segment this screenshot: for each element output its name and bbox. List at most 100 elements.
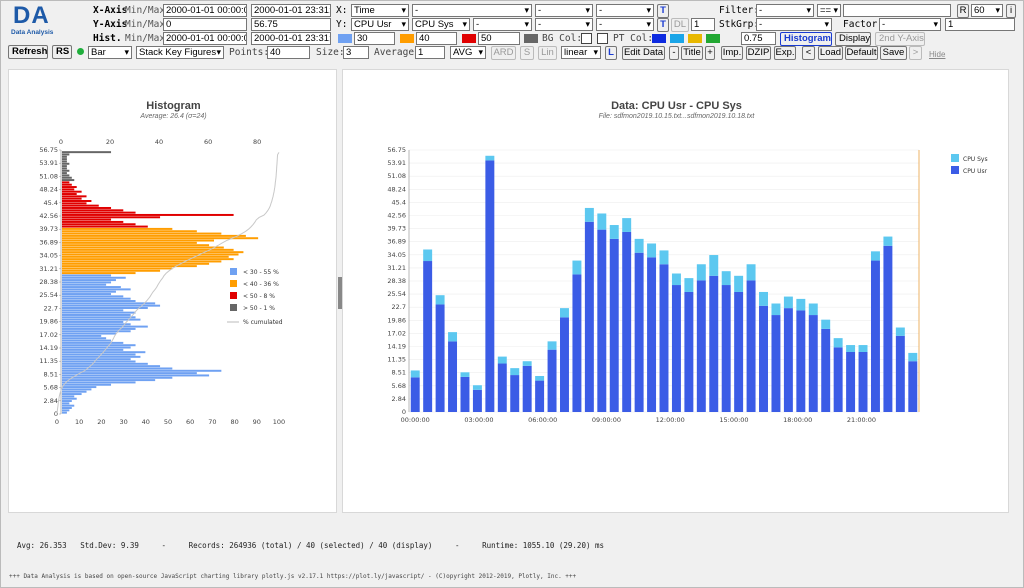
data-bar-cpu-usr (572, 274, 582, 412)
data-bar-cpu-sys (821, 319, 831, 329)
data-legend-swatch (951, 166, 959, 174)
hist-min-input[interactable]: 2000-01-01 00:00:00 (163, 32, 247, 45)
dl-value-input[interactable]: 1 (691, 18, 715, 31)
dzip-button[interactable]: DZIP (746, 46, 771, 60)
y-max-input[interactable]: 56.75 (251, 18, 331, 31)
threshold1-input[interactable]: 30 (354, 32, 395, 45)
rs-button[interactable]: RS (52, 45, 72, 59)
filter-op-select[interactable]: == (817, 4, 841, 17)
hide-link[interactable]: Hide (929, 49, 945, 61)
x-t-button[interactable]: T (657, 4, 669, 18)
threshold4-color-swatch[interactable] (524, 34, 538, 43)
hist-bar (62, 293, 112, 296)
bgcol-label: BG Col: (542, 33, 583, 44)
threshold2-color-swatch[interactable] (400, 34, 414, 43)
bgcol-checkbox-1[interactable] (581, 33, 592, 44)
x-max-input[interactable]: 2000-01-01 23:31:0 (251, 4, 331, 17)
hist-minmax-label: Min/Max (125, 33, 166, 44)
data-bar-cpu-sys (497, 356, 507, 364)
hist-bar (62, 404, 75, 407)
next-button[interactable]: > (909, 46, 922, 60)
filter-field-select[interactable]: - (756, 4, 814, 17)
x-min-input[interactable]: 2000-01-01 00:00:00 (163, 4, 247, 17)
hist-max-input[interactable]: 2000-01-01 23:31:0 (251, 32, 331, 45)
title-minus-button[interactable]: - (669, 46, 679, 60)
info-button[interactable]: i (1006, 4, 1016, 18)
hist-bar (62, 251, 244, 254)
data-bar-cpu-usr (671, 285, 681, 412)
hist-bar (62, 230, 197, 233)
hist-bar (62, 200, 92, 202)
factor-select[interactable]: - (879, 18, 941, 31)
threshold2-input[interactable]: 40 (416, 32, 457, 45)
threshold1-color-swatch[interactable] (338, 34, 352, 43)
hist-bottom-xtick-label: 80 (230, 418, 238, 426)
second-yaxis-button[interactable]: 2nd Y-Axis (875, 32, 925, 46)
hist-bar (62, 206, 112, 209)
threshold3-input[interactable]: 50 (478, 32, 520, 45)
data-ytick-label: 51.08 (387, 172, 406, 180)
hist-bar (62, 181, 70, 184)
average-input[interactable]: 1 (415, 46, 445, 59)
display-button[interactable]: Display (835, 32, 871, 46)
default-button[interactable]: Default (845, 46, 878, 60)
data-bar-cpu-usr (423, 261, 433, 412)
pt-color-swatch-1[interactable] (652, 34, 666, 43)
lin-button[interactable]: Lin (538, 46, 557, 60)
r-value-select[interactable]: 60 (971, 4, 1003, 17)
import-button[interactable]: Imp. (721, 46, 743, 60)
y-field2-select[interactable]: CPU Sys (412, 18, 470, 31)
points-input[interactable]: 40 (267, 46, 310, 59)
export-button[interactable]: Exp. (774, 46, 796, 60)
title-button[interactable]: Title (681, 46, 703, 60)
save-button[interactable]: Save (880, 46, 907, 60)
refresh-button[interactable]: Refresh (8, 45, 48, 59)
s-button[interactable]: S (520, 46, 534, 60)
threshold3-color-swatch[interactable] (462, 34, 476, 43)
data-ytick-label: 8.51 (392, 369, 406, 377)
stkgrp-select[interactable]: - (756, 18, 832, 31)
y-extra-select-2[interactable]: - (535, 18, 593, 31)
chart-type-select[interactable]: Bar (88, 46, 132, 59)
y-extra-select-1[interactable]: - (473, 18, 532, 31)
load-button[interactable]: Load (818, 46, 843, 60)
x-extra-select-3[interactable]: - (596, 4, 654, 17)
opacity-input[interactable]: 0.75 (741, 32, 776, 45)
y-extra-select-3[interactable]: - (596, 18, 654, 31)
data-legend-label: CPU Usr (963, 168, 988, 175)
y-field1-select[interactable]: CPU Usr (351, 18, 409, 31)
title-plus-button[interactable]: + (705, 46, 715, 60)
ard-button[interactable]: ARD (491, 46, 516, 60)
data-bar-cpu-usr (485, 160, 495, 412)
hist-bar (62, 288, 131, 291)
hist-bar (62, 327, 136, 330)
edit-data-button[interactable]: Edit Data (622, 46, 665, 60)
x-field-select[interactable]: Time (351, 4, 409, 17)
hist-bar (62, 255, 229, 258)
filter-value-input[interactable] (843, 4, 951, 17)
pt-color-swatch-3[interactable] (688, 34, 702, 43)
pt-color-swatch-2[interactable] (670, 34, 684, 43)
x-extra-select-1[interactable]: - (412, 4, 532, 17)
bgcol-checkbox-2[interactable] (597, 33, 608, 44)
y-t-button[interactable]: T (657, 18, 669, 32)
y-min-input[interactable]: 0 (163, 18, 247, 31)
r-button[interactable]: R (957, 4, 969, 18)
data-bar-cpu-usr (609, 238, 619, 412)
scale-select[interactable]: linear (561, 46, 601, 59)
xaxis-label: X-Axis (93, 5, 128, 16)
hist-bottom-xtick-label: 70 (208, 418, 216, 426)
data-bar-cpu-sys (634, 238, 644, 253)
size-input[interactable]: 3 (343, 46, 369, 59)
dl-button[interactable]: DL (671, 18, 689, 32)
status-sep-2: - (455, 541, 460, 550)
avg-mode-select[interactable]: AVG (450, 46, 486, 59)
prev-button[interactable]: < (802, 46, 815, 60)
pt-color-swatch-4[interactable] (706, 34, 720, 43)
factor-number-input[interactable]: 1 (945, 18, 1015, 31)
hist-bar (62, 341, 124, 344)
x-extra-select-2[interactable]: - (535, 4, 593, 17)
histogram-button[interactable]: Histogram (780, 32, 832, 46)
stack-mode-select[interactable]: Stack Key Figures (136, 46, 224, 59)
l-button[interactable]: L (605, 46, 617, 60)
